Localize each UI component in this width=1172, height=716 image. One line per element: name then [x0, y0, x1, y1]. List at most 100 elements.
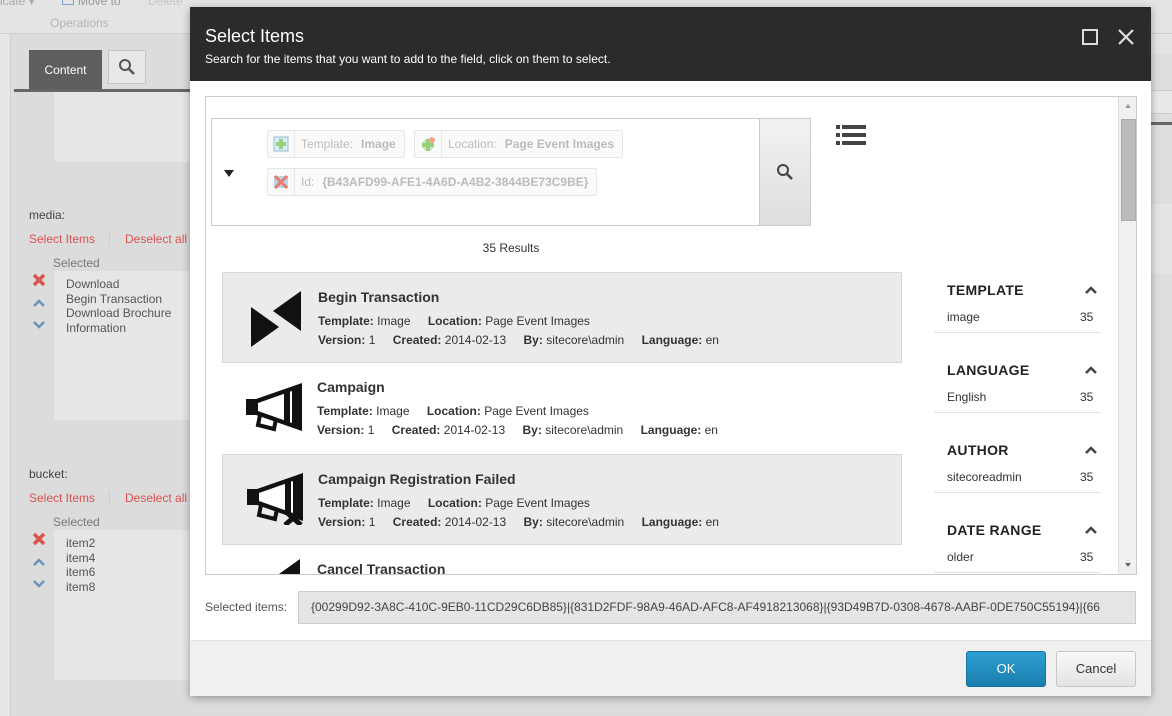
dialog-footer: OK Cancel	[190, 640, 1151, 696]
scroll-up-button[interactable]	[1119, 97, 1136, 115]
list-item[interactable]: item2	[66, 536, 194, 551]
bucket-select-items-link[interactable]: Select Items	[29, 491, 95, 505]
facet-option[interactable]: sitecoreadmin 35	[934, 470, 1101, 493]
media-move-down-button[interactable]	[31, 319, 47, 333]
list-view-icon	[836, 125, 866, 145]
ribbon-move-to-button[interactable]: Move to	[62, 0, 121, 8]
select-items-dialog: Select Items Search for the items that y…	[190, 7, 1151, 696]
facet-heading: AUTHOR	[947, 442, 1009, 458]
list-item[interactable]: Information	[66, 321, 194, 336]
left-strip	[0, 34, 11, 716]
move-to-icon	[62, 0, 74, 5]
media-selected-label: Selected	[53, 256, 100, 270]
search-icon	[777, 164, 793, 180]
ribbon-move-to-label: Move to	[78, 0, 121, 8]
filter-chip-template[interactable]: Template: Image	[267, 130, 405, 158]
filter-value: {B43AFD99-AFE1-4A6D-A4B2-3844BE73C9BE}	[322, 175, 589, 189]
chevron-up-icon[interactable]	[1084, 444, 1098, 456]
dialog-title: Select Items	[205, 26, 305, 46]
result-item[interactable]: Campaign Template: Image Location: Page …	[222, 363, 902, 454]
result-meta-line-2: Version: 1 Created: 2014-02-13 By: sitec…	[318, 333, 719, 347]
dialog-header: Select Items Search for the items that y…	[190, 7, 1151, 81]
chevron-up-icon[interactable]	[1084, 284, 1098, 296]
filter-key: Template:	[301, 137, 354, 151]
ribbon-duplicate-button[interactable]: icate ▾	[0, 0, 35, 8]
facet-option[interactable]: older 35	[934, 550, 1101, 573]
chevron-down-icon	[33, 580, 45, 588]
dialog-subtitle: Search for the items that you want to ad…	[205, 52, 611, 66]
result-title: Cancel Transaction	[317, 561, 446, 575]
begin-transaction-icon	[251, 291, 301, 347]
results-count: 35 Results	[482, 241, 540, 255]
filter-value: Page Event Images	[504, 137, 615, 151]
ribbon-delete-button[interactable]: Delete	[148, 0, 183, 8]
scroll-thumb[interactable]	[1121, 119, 1136, 221]
result-title: Campaign	[317, 379, 385, 395]
result-meta-line-1: Template: Image Location: Page Event Ima…	[317, 404, 589, 418]
list-item[interactable]: Download	[66, 277, 194, 292]
bucket-deselect-all-link[interactable]: Deselect all	[125, 491, 187, 505]
chevron-up-icon[interactable]	[1084, 364, 1098, 376]
facet-option[interactable]: English 35	[934, 390, 1101, 413]
result-meta-line-1: Template: Image Location: Page Event Ima…	[318, 496, 590, 510]
results-scrollbar[interactable]	[1118, 97, 1136, 574]
ok-button[interactable]: OK	[966, 651, 1046, 687]
remove-x-icon	[32, 532, 46, 546]
scroll-up-arrow-icon	[1125, 104, 1131, 108]
tab-content[interactable]: Content	[29, 50, 102, 90]
result-meta-line-2: Version: 1 Created: 2014-02-13 By: sitec…	[317, 423, 718, 437]
id-icon	[268, 169, 295, 195]
facet-heading: LANGUAGE	[947, 362, 1030, 378]
filter-key: Location:	[448, 137, 497, 151]
search-filter-box[interactable]: Template: Image Location: Page Event Image…	[211, 118, 760, 226]
search-icon	[119, 59, 135, 75]
filter-toggle[interactable]	[223, 167, 235, 179]
link-separator	[109, 491, 110, 505]
remove-x-icon	[32, 273, 46, 287]
selected-items-label: Selected items:	[205, 600, 288, 614]
result-item[interactable]: Begin Transaction Template: Image Locati…	[222, 272, 902, 363]
search-button[interactable]	[759, 118, 811, 226]
result-item[interactable]: Campaign Registration Failed Template: I…	[222, 454, 902, 545]
result-meta-line-2: Version: 1 Created: 2014-02-13 By: sitec…	[318, 515, 719, 529]
bucket-move-up-button[interactable]	[31, 556, 47, 570]
filter-chip-location[interactable]: Location: Page Event Images	[414, 130, 624, 158]
bucket-move-down-button[interactable]	[31, 578, 47, 592]
ribbon-group-operations-label: Operations	[50, 16, 109, 30]
template-icon	[268, 131, 295, 157]
chevron-up-icon[interactable]	[1084, 524, 1098, 536]
chevron-down-icon	[33, 321, 45, 329]
bucket-selected-list[interactable]: item2 item4 item6 item8	[54, 530, 194, 680]
media-selected-list[interactable]: Download Begin Transaction Download Broc…	[54, 271, 194, 420]
media-remove-button[interactable]	[31, 273, 47, 290]
list-item[interactable]: Begin Transaction	[66, 292, 194, 307]
filter-value: Image	[361, 137, 396, 151]
close-icon	[1118, 29, 1134, 45]
scroll-down-button[interactable]	[1119, 556, 1136, 574]
bucket-selected-label: Selected	[53, 515, 100, 529]
close-button[interactable]	[1116, 27, 1136, 47]
selected-items-field[interactable]: {00299D92-3A8C-410C-9EB0-11CD29C6DB85}|{…	[298, 591, 1136, 624]
bucket-remove-button[interactable]	[31, 532, 47, 549]
list-item[interactable]: Download Brochure	[66, 306, 194, 321]
media-select-items-link[interactable]: Select Items	[29, 232, 95, 246]
search-results-panel: Template: Image Location: Page Event Image…	[205, 96, 1137, 575]
link-separator	[109, 232, 110, 246]
result-item[interactable]: Cancel Transaction	[222, 545, 902, 575]
chevron-up-icon	[33, 558, 45, 566]
maximize-button[interactable]	[1082, 29, 1098, 45]
list-item[interactable]: item4	[66, 551, 194, 566]
media-deselect-all-link[interactable]: Deselect all	[125, 232, 187, 246]
tab-search[interactable]	[108, 50, 146, 84]
result-title: Begin Transaction	[318, 289, 440, 305]
list-view-button[interactable]	[836, 123, 868, 145]
list-item[interactable]: item8	[66, 580, 194, 595]
filter-chip-id[interactable]: Id: {B43AFD99-AFE1-4A6D-A4B2-3844BE73C9BE…	[267, 168, 598, 196]
facet-option[interactable]: image 35	[934, 310, 1101, 333]
cancel-button[interactable]: Cancel	[1056, 651, 1136, 687]
filter-key: Id:	[301, 175, 315, 189]
media-move-up-button[interactable]	[31, 297, 47, 311]
list-item[interactable]: item6	[66, 565, 194, 580]
megaphone-icon	[246, 383, 302, 432]
chevron-up-icon	[33, 299, 45, 307]
